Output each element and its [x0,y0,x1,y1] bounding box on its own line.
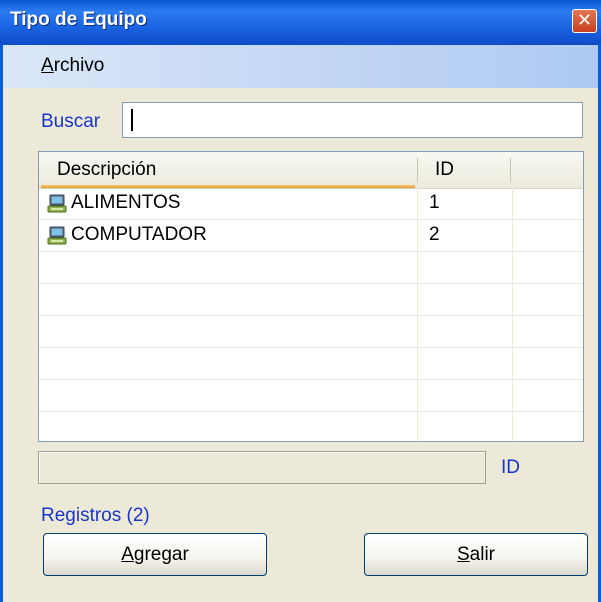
cell-descripcion: COMPUTADOR [71,224,207,245]
table-row[interactable]: COMPUTADOR 2 [39,220,583,252]
add-button-accel: A [121,543,134,565]
window-title: Tipo de Equipo [10,9,147,30]
empty-row [39,252,583,284]
column-header-descripcion[interactable]: Descripción [39,152,417,188]
cell-id: 2 [429,224,440,245]
title-bar[interactable]: Tipo de Equipo ✕ [0,0,601,45]
close-button[interactable]: ✕ [572,9,597,33]
cell-descripcion: ALIMENTOS [71,192,181,213]
menu-bar: Archivo [3,45,598,88]
column-header-descripcion-label: Descripción [57,159,157,180]
column-header-id[interactable]: ID [418,152,510,188]
menu-archivo-label: rchivo [53,55,105,76]
text-caret [131,109,133,131]
cell-id: 1 [429,192,440,213]
empty-row [39,284,583,316]
exit-button-accel: S [456,543,470,565]
exit-button[interactable]: Salir [364,533,588,576]
id-label: ID [501,457,520,478]
dialog-window: Tipo de Equipo ✕ Archivo Buscar Descripc… [0,0,601,602]
column-separator[interactable] [510,158,511,182]
menu-archivo-accel: A [41,55,54,76]
computer-icon [47,226,67,245]
computer-icon [47,194,67,213]
empty-row [39,316,583,348]
empty-row [39,412,583,441]
grid-header: Descripción ID [39,152,583,189]
exit-button-label: alir [469,543,496,565]
close-icon: ✕ [576,10,593,31]
add-button-label: gregar [133,543,189,565]
menu-archivo[interactable]: Archivo [41,55,104,77]
equipment-type-grid[interactable]: Descripción ID ALIMENTOS 1 COMPUTADOR 2 [38,151,584,442]
add-button[interactable]: Agregar [43,533,267,576]
search-label: Buscar [41,111,101,132]
table-row[interactable]: ALIMENTOS 1 [39,188,583,220]
column-header-id-label: ID [435,159,454,180]
record-count-label: Registros (2) [41,505,150,526]
empty-row [39,380,583,412]
search-input[interactable] [122,102,583,138]
selected-description-field [38,451,486,484]
empty-row [39,348,583,380]
